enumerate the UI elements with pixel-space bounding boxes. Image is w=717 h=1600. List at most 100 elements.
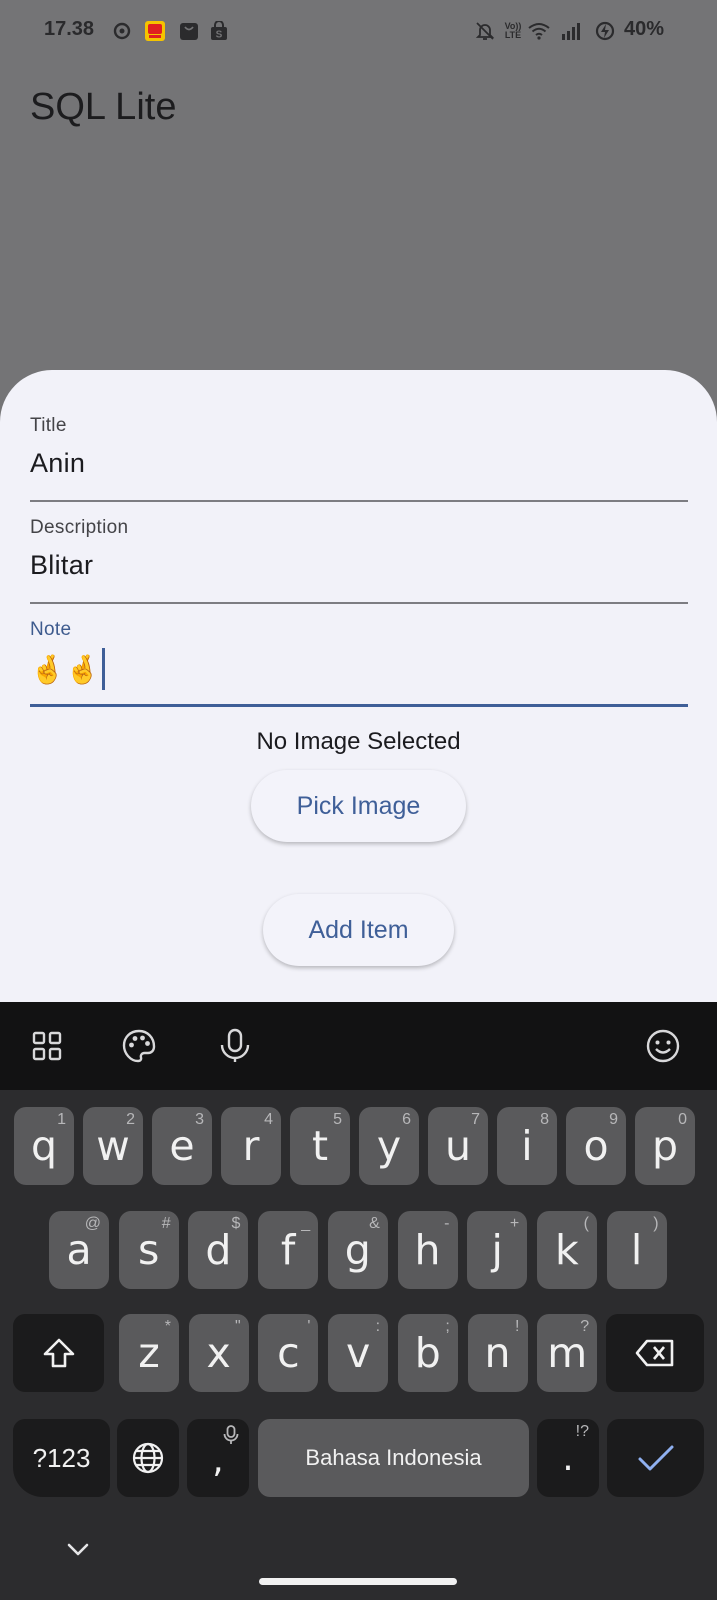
key-hint: : [375,1318,381,1335]
key-char: l [630,1226,643,1274]
period-key[interactable]: !? . [537,1419,599,1497]
key-p[interactable]: 0p [635,1107,695,1185]
key-hint: 1 [57,1111,66,1128]
key-c[interactable]: ' c [258,1314,319,1392]
key-char: t [311,1122,329,1170]
wifi-icon [527,20,551,41]
key-char: a [66,1226,92,1274]
key-hint: + [509,1215,520,1232]
key-char: b [414,1329,441,1377]
key-t[interactable]: 5t [290,1107,350,1185]
description-value: Blitar [30,550,94,580]
shopping-bag-icon [178,20,200,41]
key-hint: 7 [471,1111,480,1128]
status-time: 17.38 [44,18,95,40]
title-label: Title [30,415,67,436]
key-char: s [138,1226,160,1274]
key-d[interactable]: $ d [188,1211,249,1289]
key-char: v [345,1329,371,1377]
app-title: SQL Lite [30,86,177,128]
key-x[interactable]: " x [188,1314,249,1392]
key-hint: ! [515,1318,520,1335]
title-field[interactable]: Title Anin [30,410,688,504]
note-field[interactable]: Note 🤞🤞 [30,614,688,710]
key-char: r [242,1122,260,1170]
key-hint: @ [84,1215,101,1232]
space-key[interactable]: Bahasa Indonesia [258,1419,529,1497]
add-item-button[interactable]: Add Item [263,894,454,966]
shift-key[interactable] [13,1314,104,1392]
status-bar: 17.38 S Vo)) LTE 40% [0,0,717,62]
volte-icon: Vo)) LTE [504,20,522,40]
key-char: w [96,1122,130,1170]
key-char: f [280,1226,296,1274]
key-f[interactable]: _ f [258,1211,319,1289]
mute-bell-icon [474,20,496,41]
key-z[interactable]: * z [119,1314,179,1392]
key-char: y [376,1122,402,1170]
keyboard-toolbar [0,1002,717,1090]
enter-check-key[interactable] [607,1419,704,1497]
key-a[interactable]: @ a [49,1211,109,1289]
key-char: k [555,1226,579,1274]
title-underline [30,500,688,502]
key-char: c [277,1329,300,1377]
navigation-bar [0,1538,717,1600]
key-b[interactable]: ; b [397,1314,458,1392]
apps-grid-icon[interactable] [27,1026,67,1066]
note-value: 🤞🤞 [30,653,101,685]
battery-percentage: 40% [624,18,665,40]
key-hint: # [161,1215,171,1232]
comma-key[interactable]: , [187,1419,249,1497]
key-char: x [206,1329,231,1377]
key-v[interactable]: :v [328,1314,389,1392]
key-hint: 3 [195,1111,204,1128]
comma-char: , [212,1439,224,1481]
key-m[interactable]: ? m [537,1314,598,1392]
note-label: Note [30,619,72,640]
pick-image-button[interactable]: Pick Image [251,770,466,842]
key-hint: 5 [333,1111,342,1128]
title-value: Anin [30,448,86,478]
app-notification-icon [144,20,166,41]
key-w[interactable]: 2w [83,1107,143,1185]
key-h[interactable]: -h [397,1211,458,1289]
key-g[interactable]: & g [327,1211,388,1289]
key-hint: 2 [126,1111,135,1128]
key-char: z [138,1329,160,1377]
symbols-key[interactable]: ?123 [13,1419,110,1497]
notification-circle-icon [112,20,132,41]
home-gesture-bar[interactable] [259,1578,457,1585]
key-hint: 0 [678,1111,687,1128]
key-o[interactable]: 9o [566,1107,626,1185]
key-s[interactable]: # s [118,1211,179,1289]
shop-icon: S [209,20,229,41]
key-hint: 9 [609,1111,618,1128]
backspace-key[interactable] [606,1314,704,1392]
text-cursor [102,648,106,690]
key-u[interactable]: 7u [428,1107,488,1185]
key-r[interactable]: 4r [221,1107,281,1185]
key-n[interactable]: ! n [467,1314,528,1392]
key-y[interactable]: 6y [359,1107,419,1185]
note-underline [30,704,688,707]
key-hint: " [235,1318,241,1335]
note-input: 🤞🤞 [30,648,106,690]
description-field[interactable]: Description Blitar [30,512,688,606]
key-q[interactable]: 1q [14,1107,74,1185]
key-hint: 4 [264,1111,273,1128]
key-j[interactable]: + j [467,1211,528,1289]
key-l[interactable]: ) l [606,1211,667,1289]
key-k[interactable]: (k [536,1211,597,1289]
key-char: d [205,1226,232,1274]
key-hint: ' [307,1318,311,1335]
key-i[interactable]: 8i [497,1107,557,1185]
palette-icon[interactable] [119,1026,159,1066]
microphone-icon[interactable] [215,1026,255,1066]
microphone-hint-icon [223,1425,239,1450]
key-char: u [445,1122,471,1170]
language-globe-icon[interactable] [117,1419,179,1497]
hide-keyboard-chevron-icon[interactable] [66,1542,90,1563]
key-e[interactable]: 3e [152,1107,212,1185]
emoji-icon[interactable] [643,1026,683,1066]
